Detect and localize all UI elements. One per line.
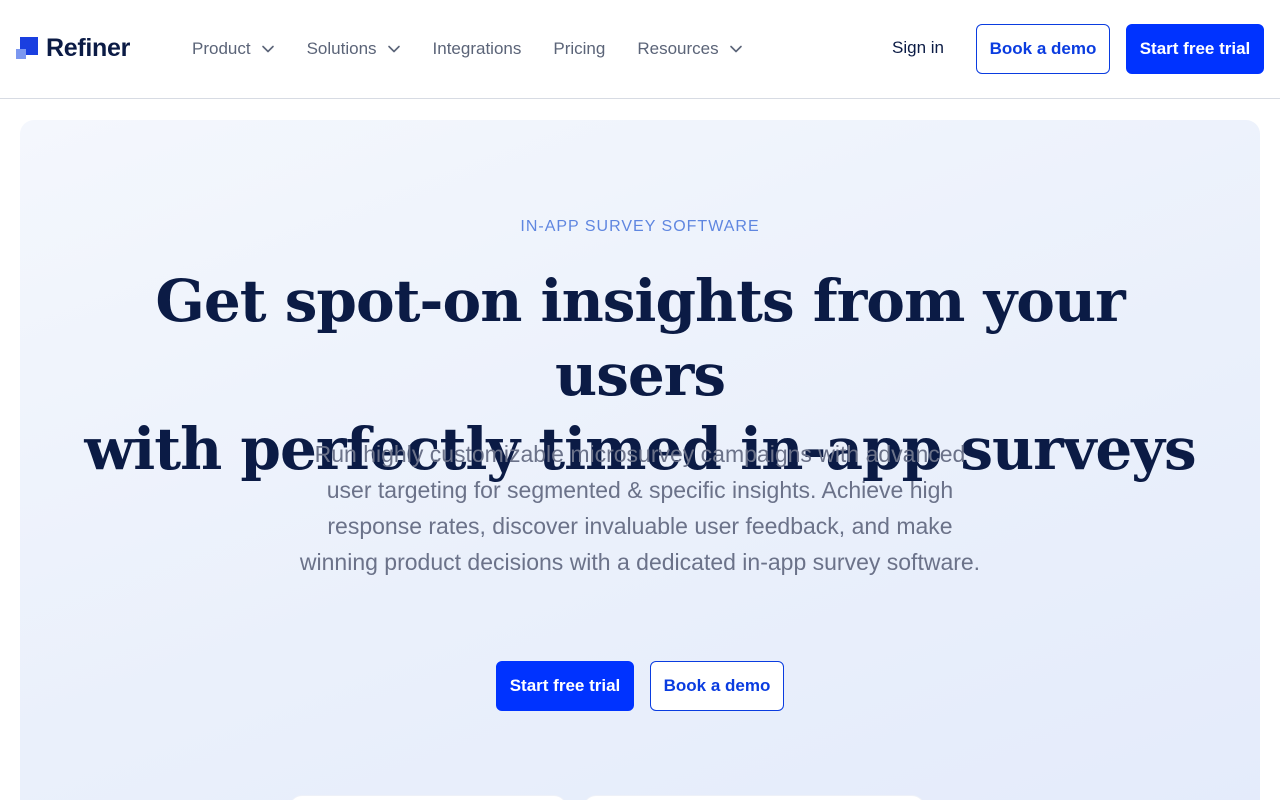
hero-section: IN-APP SURVEY SOFTWARE Get spot-on insig… xyxy=(20,120,1260,800)
hero-eyebrow: IN-APP SURVEY SOFTWARE xyxy=(520,218,760,235)
nav-item-label: Integrations xyxy=(432,39,522,58)
nav-item-solutions[interactable]: Solutions xyxy=(307,39,401,59)
chevron-down-icon xyxy=(261,42,275,56)
hero-headline-line1: Get spot-on insights from your users xyxy=(155,267,1125,409)
nav-item-pricing[interactable]: Pricing xyxy=(553,39,605,59)
sign-in-link[interactable]: Sign in xyxy=(892,38,944,58)
chevron-down-icon xyxy=(729,42,743,56)
refiner-logo[interactable]: Refiner xyxy=(16,34,130,62)
nav-item-label: Pricing xyxy=(553,39,606,58)
nav-item-resources[interactable]: Resources xyxy=(637,39,742,59)
book-demo-button[interactable]: Book a demo xyxy=(976,24,1110,74)
nav-item-label: Resources xyxy=(637,39,719,58)
chevron-down-icon xyxy=(387,42,401,56)
start-free-trial-button[interactable]: Start free trial xyxy=(1126,24,1264,74)
main-nav: Product Solutions Integrations Pricing R… xyxy=(192,0,775,98)
nav-item-integrations[interactable]: Integrations xyxy=(433,39,522,59)
logo-text: Refiner xyxy=(46,34,131,62)
hero-start-free-trial-button[interactable]: Start free trial xyxy=(496,661,634,711)
nav-item-product[interactable]: Product xyxy=(192,39,275,59)
hero-subtext: Run highly customizable microsurvey camp… xyxy=(299,441,981,575)
preview-card xyxy=(584,796,924,800)
preview-card xyxy=(290,796,566,800)
hero-book-demo-button[interactable]: Book a demo xyxy=(650,661,784,711)
refiner-logo-icon xyxy=(16,37,38,59)
nav-item-label: Solutions xyxy=(306,39,377,58)
nav-item-label: Product xyxy=(192,39,251,58)
site-header: Refiner Product Solutions Integrations P… xyxy=(0,0,1280,99)
